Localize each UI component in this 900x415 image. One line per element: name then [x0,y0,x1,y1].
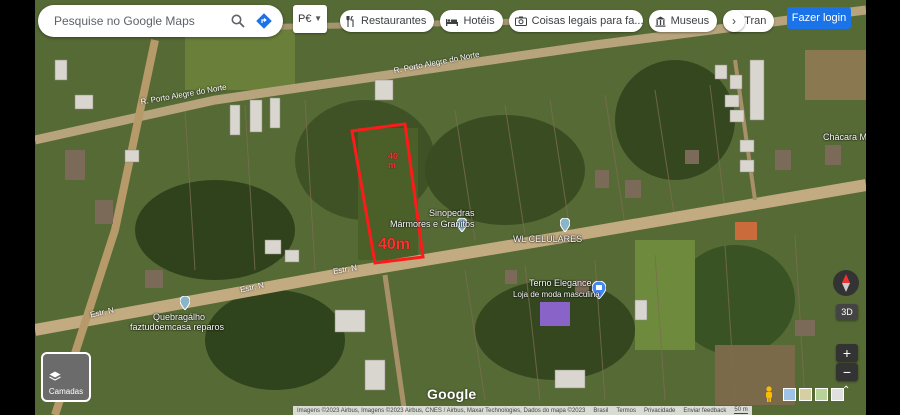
directions-icon[interactable] [251,8,277,34]
footer-link-privacidade[interactable]: Privacidade [644,408,675,414]
sign-in-button[interactable]: Fazer login [787,7,851,29]
google-logo: Google [427,386,477,402]
screenshot-frame: R. Porto Alegre do Norte R. Porto Alegre… [0,0,900,415]
chip-restaurantes[interactable]: Restaurantes [340,10,435,32]
map-footer: Imagens ©2023 Airbus, Imagens ©2023 Airb… [293,406,752,415]
chips-next-button[interactable]: › [723,10,745,32]
language-value: P€ [298,13,312,25]
place-sinopedras[interactable]: Sinopedras [429,208,475,218]
layers-label: Camadas [48,387,84,396]
category-chips: Restaurantes Hotéis Coisas legais para f… [340,10,775,32]
zoom-in-button[interactable]: + [836,344,858,362]
layers-button[interactable]: Camadas [41,352,91,402]
chip-label: Museus [670,15,710,27]
place-quebragalho[interactable]: Quebragálho [153,312,205,322]
place-faztudo[interactable]: faztudoemcasa reparos [130,322,224,332]
chip-hoteis[interactable]: Hotéis [440,10,503,32]
thumbnail[interactable] [815,388,828,401]
layers-icon [49,368,61,386]
language-select[interactable]: P€ ▼ [293,5,327,33]
scale-bar[interactable]: 50 m [734,407,748,414]
zoom-out-button[interactable]: − [836,363,858,381]
chip-label: Tran [744,15,767,27]
place-terno-elegance[interactable]: Terno Elegance [529,278,592,288]
footer-link-feedback[interactable]: Enviar feedback [683,408,726,414]
chevron-down-icon: ▼ [314,14,322,23]
chip-label: Restaurantes [361,15,427,27]
chip-museus[interactable]: Museus [648,10,718,32]
chevron-right-icon: › [732,14,736,28]
search-input[interactable]: Pesquise no Google Maps [54,14,225,28]
place-wl-celulares[interactable]: WL CELULARES [513,234,582,244]
thumbnail[interactable] [799,388,812,401]
camera-icon [514,16,527,26]
annotation-top-mark: 40 m [388,151,399,170]
pegman-icon[interactable] [764,386,774,407]
chip-coisas-legais[interactable]: Coisas legais para fa... [508,10,643,32]
thumbnails-expand-icon[interactable]: ⌃ [842,385,850,396]
annotation-bottom-mark: 40m [378,236,411,253]
bed-icon [446,17,459,26]
footer-link-brasil[interactable]: Brasil [593,408,608,414]
chip-label: Hotéis [463,15,495,27]
tilt-3d-button[interactable]: 3D [836,304,858,320]
search-box[interactable]: Pesquise no Google Maps [38,5,283,37]
compass-icon[interactable] [833,270,859,296]
place-loja-moda[interactable]: Loja de moda masculina [513,290,600,299]
fork-knife-icon [346,15,356,27]
place-chacara[interactable]: Chácara Mió do m [823,132,866,142]
thumbnail[interactable] [783,388,796,401]
museum-icon [655,16,666,27]
chip-label: Coisas legais para fa... [531,15,643,27]
place-marmores[interactable]: Mármores e Granitos [390,219,475,229]
satellite-map[interactable]: R. Porto Alegre do Norte R. Porto Alegre… [35,0,866,415]
imagery-credits: Imagens ©2023 Airbus, Imagens ©2023 Airb… [297,407,586,414]
search-icon[interactable] [225,8,251,34]
imagery-thumbnails[interactable] [783,388,844,401]
footer-link-termos[interactable]: Termos [616,408,636,414]
